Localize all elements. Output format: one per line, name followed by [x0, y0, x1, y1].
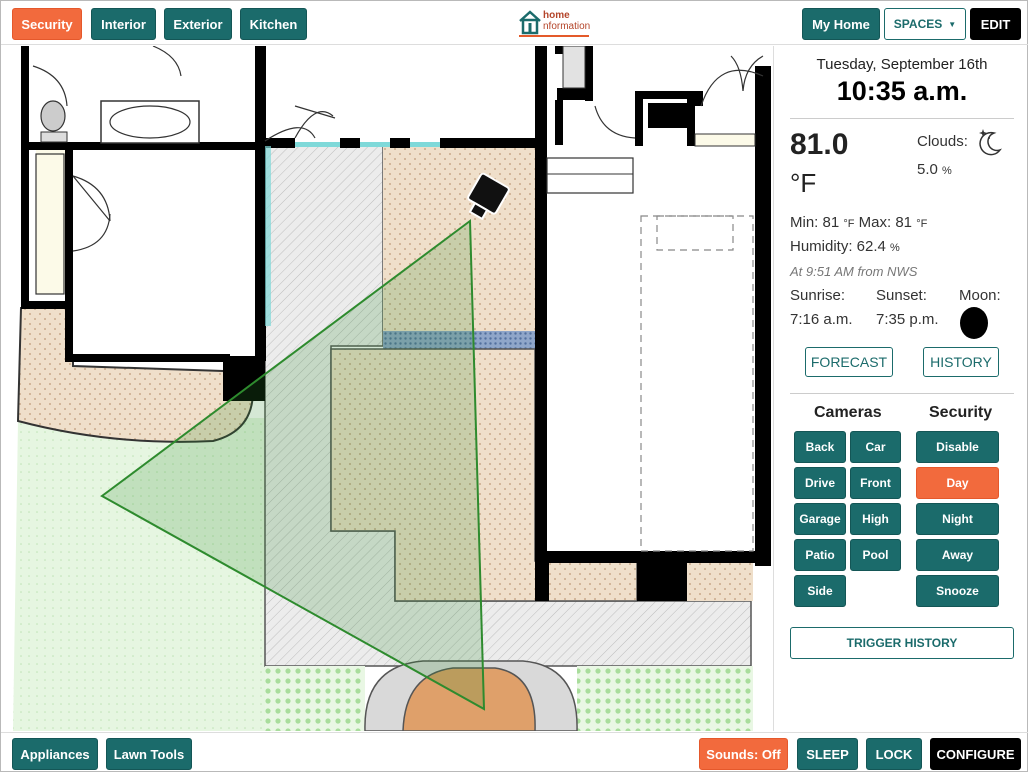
temperature-unit: °F	[790, 168, 817, 198]
sounds-toggle-button[interactable]: Sounds: Off	[699, 738, 788, 770]
sunrise-label: Sunrise:	[790, 287, 846, 304]
lawn-tools-button[interactable]: Lawn Tools	[106, 738, 192, 770]
camera-button-drive[interactable]: Drive	[794, 467, 846, 499]
bottom-bar: Appliances Lawn Tools Sounds: Off SLEEP …	[1, 732, 1028, 773]
clouds-unit: %	[942, 165, 952, 177]
sunrise-value: 7:16 a.m.	[790, 311, 853, 328]
camera-button-back[interactable]: Back	[794, 431, 846, 463]
humidity-value: Humidity: 62.4	[790, 238, 886, 255]
top-bar: Security Interior Exterior Kitchen home …	[1, 1, 1028, 45]
min-max-row: Min: 81 °F Max: 81 °F	[790, 214, 927, 231]
max-unit: °F	[916, 218, 928, 230]
humidity-row: Humidity: 62.4 %	[790, 238, 900, 255]
clouds-label: Clouds:	[917, 133, 968, 150]
camera-button-high[interactable]: High	[850, 503, 901, 535]
forecast-button[interactable]: FORECAST	[805, 347, 893, 377]
history-button[interactable]: HISTORY	[923, 347, 999, 377]
security-mode-day[interactable]: Day	[916, 467, 999, 499]
camera-button-patio[interactable]: Patio	[794, 539, 846, 571]
floor-plan[interactable]	[3, 46, 773, 731]
temperature-value: 81.0	[790, 128, 849, 161]
security-mode-disable[interactable]: Disable	[916, 431, 999, 463]
clouds-value: 5.0	[917, 161, 938, 178]
security-heading: Security	[929, 404, 993, 421]
logo-text-information: nformation	[543, 21, 591, 32]
caret-down-icon: ▼	[948, 19, 957, 29]
date-label: Tuesday, September 16th	[816, 56, 988, 73]
tab-exterior[interactable]: Exterior	[164, 8, 232, 40]
security-mode-night[interactable]: Night	[916, 503, 999, 535]
camera-button-car[interactable]: Car	[850, 431, 901, 463]
app-window: Security Interior Exterior Kitchen home …	[0, 0, 1028, 772]
appliances-button[interactable]: Appliances	[12, 738, 98, 770]
sunset-label: Sunset:	[876, 287, 927, 304]
divider	[790, 393, 1014, 394]
divider	[790, 118, 1014, 119]
camera-button-front[interactable]: Front	[850, 467, 901, 499]
spaces-dropdown[interactable]: SPACES ▼	[884, 8, 966, 40]
weather-source: At 9:51 AM from NWS	[790, 264, 918, 279]
tab-kitchen[interactable]: Kitchen	[240, 8, 307, 40]
logo-text-home: home	[543, 10, 570, 21]
cameras-heading: Cameras	[814, 404, 882, 421]
spaces-label: SPACES	[893, 17, 943, 31]
logo-underline	[519, 35, 589, 37]
min-temp: Min: 81	[790, 214, 840, 231]
my-home-button[interactable]: My Home	[802, 8, 880, 40]
floor-plan-drawing	[3, 46, 773, 731]
lock-button[interactable]: LOCK	[866, 738, 922, 770]
tab-security[interactable]: Security	[12, 8, 82, 40]
new-moon-icon	[960, 307, 988, 339]
edit-button[interactable]: EDIT	[970, 8, 1021, 40]
security-mode-snooze[interactable]: Snooze	[916, 575, 999, 607]
configure-button[interactable]: CONFIGURE	[930, 738, 1021, 770]
camera-button-garage[interactable]: Garage	[794, 503, 846, 535]
humidity-unit: %	[890, 242, 900, 254]
sunset-value: 7:35 p.m.	[876, 311, 939, 328]
clouds-value-row: 5.0 %	[917, 161, 952, 178]
max-temp: Max: 81	[858, 214, 913, 231]
sleep-button[interactable]: SLEEP	[797, 738, 858, 770]
house-icon	[519, 10, 541, 35]
time-label: 10:35 a.m.	[836, 76, 968, 106]
tab-interior[interactable]: Interior	[91, 8, 156, 40]
min-unit: °F	[843, 218, 855, 230]
camera-button-side[interactable]: Side	[794, 575, 846, 607]
sidebar: Tuesday, September 16th 10:35 a.m. 81.0 …	[773, 46, 1028, 731]
camera-button-pool[interactable]: Pool	[850, 539, 901, 571]
security-mode-away[interactable]: Away	[916, 539, 999, 571]
moon-label: Moon:	[959, 287, 1001, 304]
moon-stars-icon	[979, 129, 1003, 156]
trigger-history-button[interactable]: TRIGGER HISTORY	[790, 627, 1014, 659]
home-information-logo[interactable]: home nformation	[517, 9, 591, 39]
